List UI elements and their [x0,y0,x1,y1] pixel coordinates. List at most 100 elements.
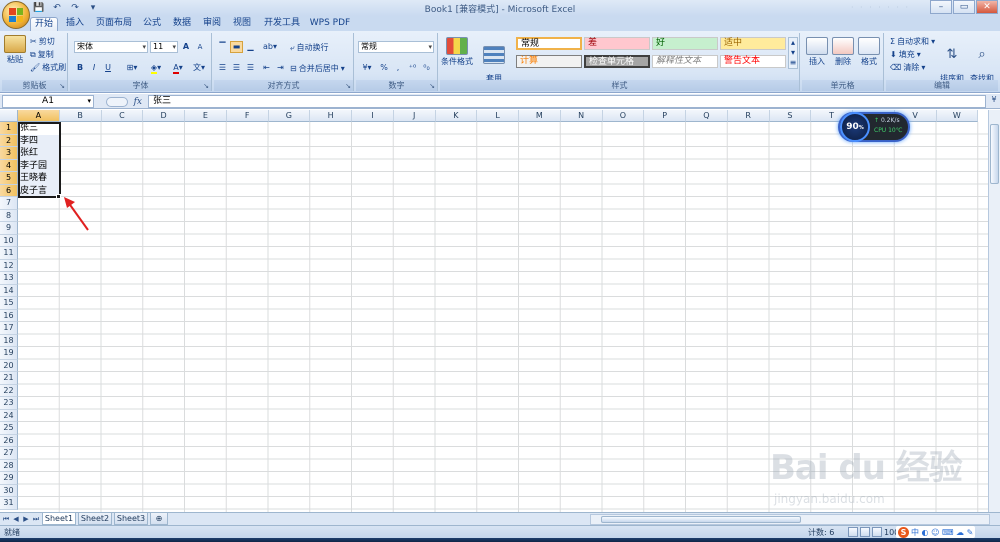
normal-view-icon[interactable] [848,527,858,537]
first-sheet-icon[interactable]: ⏮ [2,514,10,524]
column-header-p[interactable]: P [644,110,686,122]
close-button[interactable]: ✕ [976,0,998,14]
page-break-view-icon[interactable] [872,527,882,537]
sogou-icon[interactable]: S [898,526,909,538]
align-middle-button[interactable]: ▬ [230,41,243,53]
fill-handle[interactable] [56,194,61,199]
column-header-l[interactable]: L [477,110,519,122]
font-size-combo[interactable]: 11 ▾ [150,41,178,53]
row-header-20[interactable]: 20 [0,359,18,372]
row-header-31[interactable]: 31 [0,497,18,510]
network-speed-widget[interactable]: 90% ↑ 0.2K/s CPU 10℃ [838,112,910,142]
ime-tools-icon[interactable]: 中 ◐ ☺ ⌨ ☁ ✎ [911,527,973,538]
row-header-18[interactable]: 18 [0,334,18,347]
row-header-30[interactable]: 30 [0,484,18,497]
tab-review[interactable]: 审阅 [200,17,224,31]
tab-data[interactable]: 数据 [170,17,194,31]
cell-a4[interactable]: 李子园 [18,159,59,172]
decrease-decimal-button[interactable]: ⁰₀ [420,62,433,74]
cell-a3[interactable]: 张红 [18,147,59,160]
column-header-r[interactable]: R [727,110,770,122]
conditional-format-button[interactable]: 条件格式 [440,37,474,67]
sheet-tab-2[interactable]: Sheet2 [78,513,112,525]
comma-button[interactable]: , [392,62,404,74]
maximize-button[interactable]: ▭ [953,0,975,14]
row-header-6[interactable]: 6 [0,184,18,197]
save-icon[interactable]: 💾 [32,3,46,14]
column-header-b[interactable]: B [59,110,102,122]
sheet-tab-3[interactable]: Sheet3 [114,513,148,525]
increase-decimal-button[interactable]: ⁺⁰ [406,62,419,74]
align-center-button[interactable]: ☰ [230,62,243,74]
tab-developer[interactable]: 开发工具 [262,17,302,31]
tab-view[interactable]: 视图 [230,17,254,31]
paste-button[interactable]: 粘贴 [4,35,26,65]
insert-sheet-icon[interactable]: ⊕ [150,513,168,525]
sheet-tab-1[interactable]: Sheet1 [42,513,76,525]
horizontal-scroll-thumb[interactable] [601,516,801,523]
style-warning[interactable]: 警告文本 [720,55,786,68]
office-button[interactable] [2,1,30,29]
vertical-scrollbar[interactable] [988,110,1000,512]
tab-insert[interactable]: 插入 [62,17,88,31]
column-header-j[interactable]: J [393,110,436,122]
phonetic-button[interactable]: 文▾ [190,62,208,74]
copy-button[interactable]: ⧉ 复制 [30,49,54,60]
italic-button[interactable]: I [88,62,100,74]
row-header-23[interactable]: 23 [0,397,18,410]
number-format-combo[interactable]: 常规 ▾ [358,41,434,53]
column-header-k[interactable]: K [435,110,478,122]
tab-wps-pdf[interactable]: WPS PDF [308,17,352,31]
row-header-2[interactable]: 2 [0,134,18,147]
cell-grid[interactable] [18,122,1000,512]
row-header-28[interactable]: 28 [0,459,18,472]
row-header-21[interactable]: 21 [0,372,18,385]
currency-button[interactable]: ¥▾ [358,62,376,74]
align-top-button[interactable]: ▔ [216,41,229,53]
delete-cells-button[interactable]: 删除 [830,37,856,67]
cut-button[interactable]: ✂ 剪切 [30,36,55,47]
border-button[interactable]: ⊞▾ [122,62,142,74]
last-sheet-icon[interactable]: ⏭ [32,514,40,524]
column-header-e[interactable]: E [185,110,227,122]
row-header-15[interactable]: 15 [0,297,18,310]
ime-toolbar[interactable]: S 中 ◐ ☺ ⌨ ☁ ✎ [896,526,976,538]
row-header-10[interactable]: 10 [0,234,18,247]
format-painter-button[interactable]: 🖌 格式刷 [30,62,66,73]
dialog-launcher-icon[interactable]: ↘ [345,82,351,90]
row-header-9[interactable]: 9 [0,222,18,235]
dropdown-circle-icon[interactable] [105,96,128,107]
row-header-24[interactable]: 24 [0,409,18,422]
style-normal[interactable]: 常规 [516,37,582,50]
expand-formula-bar-icon[interactable]: ¥ [989,95,999,108]
cell-a5[interactable]: 王晓春 [18,172,59,185]
dialog-launcher-icon[interactable]: ↘ [203,82,209,90]
align-left-button[interactable]: ☰ [216,62,229,74]
font-name-combo[interactable]: 宋体 ▾ [74,41,148,53]
style-check-cell[interactable]: 检查单元格 [584,55,650,68]
tab-page-layout[interactable]: 页面布局 [94,17,134,31]
name-box[interactable]: A1 ▾ [2,95,94,108]
font-color-button[interactable]: A▾ [168,62,188,74]
column-header-c[interactable]: C [101,110,144,122]
shrink-font-button[interactable]: A [194,41,206,53]
column-header-n[interactable]: N [560,110,603,122]
column-header-d[interactable]: D [143,110,185,122]
style-calculation[interactable]: 计算 [516,55,582,68]
tab-formulas[interactable]: 公式 [140,17,164,31]
column-header-w[interactable]: W [936,110,979,122]
column-header-a[interactable]: A [18,110,60,122]
row-header-16[interactable]: 16 [0,309,18,322]
format-cells-button[interactable]: 格式 [856,37,882,67]
clear-button[interactable]: ⌫ 清除 ▾ [890,62,925,73]
bold-button[interactable]: B [74,62,86,74]
insert-function-button[interactable]: fx [134,97,142,107]
row-header-17[interactable]: 17 [0,322,18,335]
page-layout-view-icon[interactable] [860,527,870,537]
cell-a6[interactable]: 皮子言 [18,184,59,197]
row-header-29[interactable]: 29 [0,472,18,485]
dialog-launcher-icon[interactable]: ↘ [429,82,435,90]
horizontal-scrollbar[interactable] [590,514,990,525]
insert-cells-button[interactable]: 插入 [804,37,830,67]
cell-a2[interactable]: 李四 [18,134,59,147]
